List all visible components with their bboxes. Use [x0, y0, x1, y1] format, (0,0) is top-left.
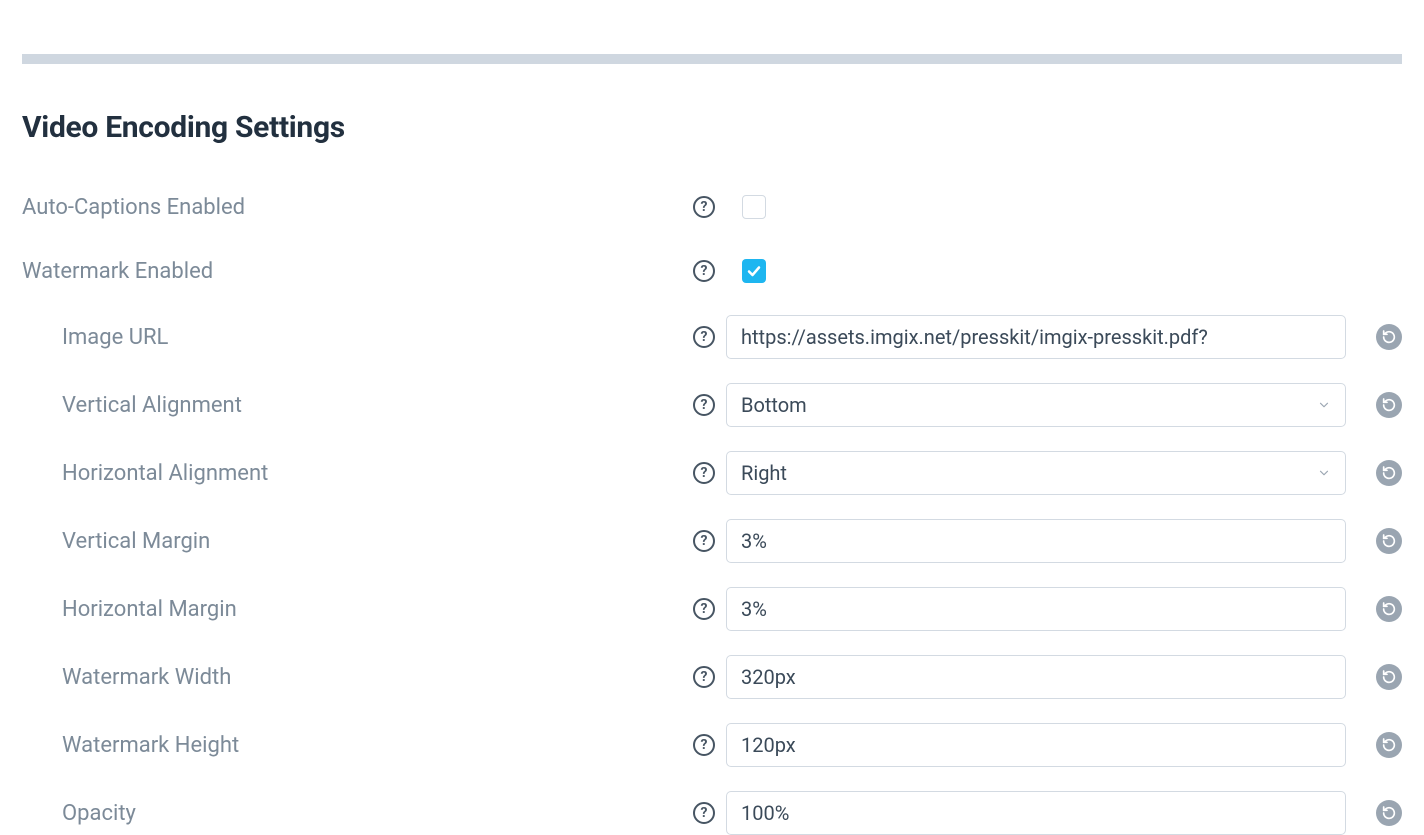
- reset-col: [1354, 664, 1402, 690]
- row-horizontal-alignment: Horizontal Alignment ? Right: [22, 451, 1402, 495]
- control-col: [726, 723, 1354, 767]
- watermark-width-input[interactable]: [726, 655, 1346, 699]
- help-icon[interactable]: ?: [693, 734, 715, 756]
- label-vertical-alignment: Vertical Alignment: [22, 393, 682, 418]
- help-col: ?: [682, 598, 726, 620]
- control-col: [726, 195, 1354, 219]
- row-auto-captions: Auto-Captions Enabled ?: [22, 187, 1402, 227]
- help-icon[interactable]: ?: [693, 394, 715, 416]
- opacity-input[interactable]: [726, 791, 1346, 835]
- control-col: [726, 519, 1354, 563]
- help-col: ?: [682, 530, 726, 552]
- help-col: ?: [682, 196, 726, 218]
- help-col: ?: [682, 326, 726, 348]
- help-icon[interactable]: ?: [693, 260, 715, 282]
- control-col: [726, 259, 1354, 283]
- watermark-enabled-checkbox[interactable]: [742, 259, 766, 283]
- reset-col: [1354, 732, 1402, 758]
- horizontal-margin-input[interactable]: [726, 587, 1346, 631]
- auto-captions-checkbox[interactable]: [742, 195, 766, 219]
- reset-col: [1354, 392, 1402, 418]
- reset-col: [1354, 528, 1402, 554]
- label-image-url: Image URL: [22, 325, 682, 350]
- row-image-url: Image URL ?: [22, 315, 1402, 359]
- reset-col: [1354, 324, 1402, 350]
- vertical-margin-input[interactable]: [726, 519, 1346, 563]
- reset-icon[interactable]: [1376, 732, 1402, 758]
- reset-icon[interactable]: [1376, 596, 1402, 622]
- chevron-down-icon: [1317, 466, 1331, 480]
- help-icon[interactable]: ?: [693, 462, 715, 484]
- control-col: Bottom: [726, 383, 1354, 427]
- help-col: ?: [682, 462, 726, 484]
- select-value: Bottom: [741, 393, 807, 417]
- label-watermark-enabled: Watermark Enabled: [22, 259, 682, 284]
- row-watermark-width: Watermark Width ?: [22, 655, 1402, 699]
- section-divider: [22, 54, 1402, 64]
- reset-col: [1354, 460, 1402, 486]
- reset-icon[interactable]: [1376, 392, 1402, 418]
- help-col: ?: [682, 260, 726, 282]
- control-col: [726, 791, 1354, 835]
- help-icon[interactable]: ?: [693, 802, 715, 824]
- help-col: ?: [682, 734, 726, 756]
- reset-icon[interactable]: [1376, 460, 1402, 486]
- reset-icon[interactable]: [1376, 800, 1402, 826]
- label-opacity: Opacity: [22, 801, 682, 826]
- row-vertical-margin: Vertical Margin ?: [22, 519, 1402, 563]
- watermark-height-input[interactable]: [726, 723, 1346, 767]
- help-col: ?: [682, 394, 726, 416]
- reset-icon[interactable]: [1376, 324, 1402, 350]
- settings-rows: Auto-Captions Enabled ? Watermark Enable…: [22, 187, 1402, 835]
- image-url-input[interactable]: [726, 315, 1346, 359]
- row-vertical-alignment: Vertical Alignment ? Bottom: [22, 383, 1402, 427]
- select-value: Right: [741, 461, 787, 485]
- label-auto-captions: Auto-Captions Enabled: [22, 195, 682, 220]
- label-horizontal-margin: Horizontal Margin: [22, 597, 682, 622]
- help-icon[interactable]: ?: [693, 666, 715, 688]
- row-watermark-height: Watermark Height ?: [22, 723, 1402, 767]
- help-col: ?: [682, 666, 726, 688]
- row-watermark-enabled: Watermark Enabled ?: [22, 251, 1402, 291]
- chevron-down-icon: [1317, 398, 1331, 412]
- check-icon: [746, 263, 762, 279]
- help-icon[interactable]: ?: [693, 326, 715, 348]
- help-icon[interactable]: ?: [693, 196, 715, 218]
- label-vertical-margin: Vertical Margin: [22, 529, 682, 554]
- control-col: Right: [726, 451, 1354, 495]
- help-icon[interactable]: ?: [693, 530, 715, 552]
- control-col: [726, 655, 1354, 699]
- horizontal-alignment-select[interactable]: Right: [726, 451, 1346, 495]
- control-col: [726, 315, 1354, 359]
- section-title: Video Encoding Settings: [22, 110, 1402, 145]
- reset-icon[interactable]: [1376, 528, 1402, 554]
- reset-col: [1354, 596, 1402, 622]
- control-col: [726, 587, 1354, 631]
- help-col: ?: [682, 802, 726, 824]
- row-opacity: Opacity ?: [22, 791, 1402, 835]
- label-horizontal-alignment: Horizontal Alignment: [22, 461, 682, 486]
- reset-icon[interactable]: [1376, 664, 1402, 690]
- vertical-alignment-select[interactable]: Bottom: [726, 383, 1346, 427]
- reset-col: [1354, 800, 1402, 826]
- help-icon[interactable]: ?: [693, 598, 715, 620]
- label-watermark-width: Watermark Width: [22, 665, 682, 690]
- label-watermark-height: Watermark Height: [22, 733, 682, 758]
- row-horizontal-margin: Horizontal Margin ?: [22, 587, 1402, 631]
